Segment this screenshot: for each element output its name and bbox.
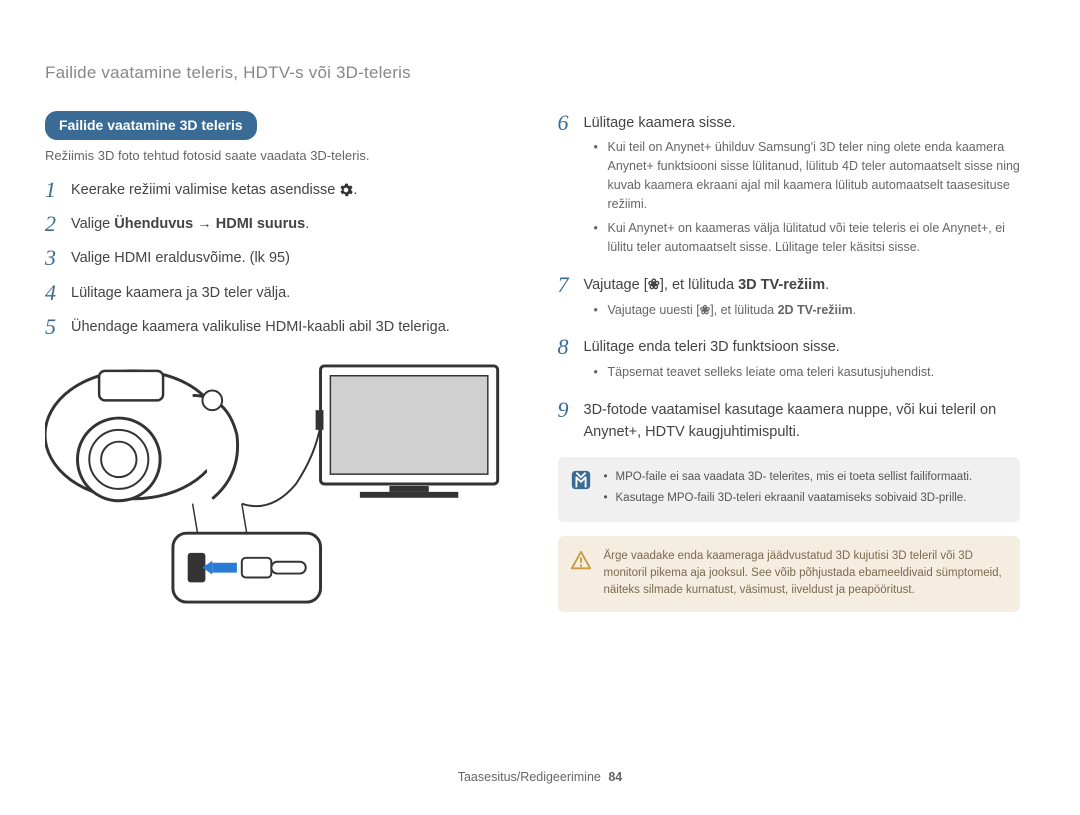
note-item: Kasutage MPO-faili 3D-teleri ekraanil va… [604,490,1007,507]
step-number: 7 [558,273,584,297]
step-number: 4 [45,281,71,305]
page-footer: Taasesitus/Redigeerimine 84 [0,768,1080,787]
step-sublist: Kui teil on Anynet+ ühilduv Samsung'i 3D… [584,138,1021,257]
step-text: Lülitage kaamera sisse. Kui teil on Anyn… [584,111,1021,263]
left-column: Failide vaatamine 3D teleris Režiimis 3D… [45,111,508,614]
sub-item: Vajutage uuesti [❀], et lülituda 2D TV-r… [594,301,1021,320]
sub-item: Kui teil on Anynet+ ühilduv Samsung'i 3D… [594,138,1021,213]
step-2: 2 Valige Ühenduvus → HDMI suurus. [45,212,508,236]
macro-flower-icon: ❀ [648,275,660,297]
step-number: 8 [558,335,584,359]
step-number: 1 [45,178,71,202]
step-text: Valige HDMI eraldusvõime. (lk 95) [71,246,508,270]
step-text: 3D-fotode vaatamisel kasutage kaamera nu… [584,398,1021,444]
cable-icon [242,425,321,506]
step-6: 6 Lülitage kaamera sisse. Kui teil on An… [558,111,1021,263]
connector-inset-icon [173,533,321,602]
section-pill: Failide vaatamine 3D teleris [45,111,257,140]
step-number: 3 [45,246,71,270]
step-4: 4 Lülitage kaamera ja 3D teler välja. [45,281,508,305]
camera-tv-illustration [45,354,508,614]
macro-flower-icon: ❀ [700,301,710,320]
camera-icon [45,371,238,501]
step-text: Keerake režiimi valimise ketas asendisse… [71,178,508,202]
step-text: Lülitage kaamera ja 3D teler välja. [71,281,508,305]
step-5: 5 Ühendage kaamera valikulise HDMI-kaabl… [45,315,508,339]
footer-label: Taasesitus/Redigeerimine [458,770,601,784]
step-text: Valige Ühenduvus → HDMI suurus. [71,212,508,236]
note-box: MPO-faile ei saa vaadata 3D- telerites, … [558,457,1021,522]
sub-item: Kui Anynet+ on kaameras välja lülitatud … [594,219,1021,257]
warning-text: Ärge vaadake enda kaameraga jäädvustatud… [604,550,1002,597]
warning-icon [570,550,592,572]
step-9: 9 3D-fotode vaatamisel kasutage kaamera … [558,398,1021,444]
page-header: Failide vaatamine teleris, HDTV-s või 3D… [45,60,1020,86]
sub-item: Täpsemat teavet selleks leiate oma teler… [594,363,1021,382]
gear-icon [339,183,353,197]
note-item: MPO-faile ei saa vaadata 3D- telerites, … [604,469,1007,486]
step-1: 1 Keerake režiimi valimise ketas asendis… [45,178,508,202]
note-icon [570,469,592,491]
step-number: 2 [45,212,71,236]
step-number: 9 [558,398,584,422]
page-number: 84 [608,770,622,784]
step-7: 7 Vajutage [❀], et lülituda 3D TV-režiim… [558,273,1021,326]
step-text: Ühendage kaamera valikulise HDMI-kaabli … [71,315,508,339]
step-text: Lülitage enda teleri 3D funktsioon sisse… [584,335,1021,388]
step-sublist: Täpsemat teavet selleks leiate oma teler… [584,363,1021,382]
tv-icon [321,366,498,498]
right-column: 6 Lülitage kaamera sisse. Kui teil on An… [558,111,1021,614]
step-text: Vajutage [❀], et lülituda 3D TV-režiim. … [584,273,1021,326]
step-sublist: Vajutage uuesti [❀], et lülituda 2D TV-r… [584,301,1021,320]
warning-box: Ärge vaadake enda kaameraga jäädvustatud… [558,536,1021,612]
step-3: 3 Valige HDMI eraldusvõime. (lk 95) [45,246,508,270]
content-columns: Failide vaatamine 3D teleris Režiimis 3D… [45,111,1020,614]
step-number: 5 [45,315,71,339]
intro-text: Režiimis 3D foto tehtud fotosid saate va… [45,146,508,166]
step-8: 8 Lülitage enda teleri 3D funktsioon sis… [558,335,1021,388]
step-number: 6 [558,111,584,135]
